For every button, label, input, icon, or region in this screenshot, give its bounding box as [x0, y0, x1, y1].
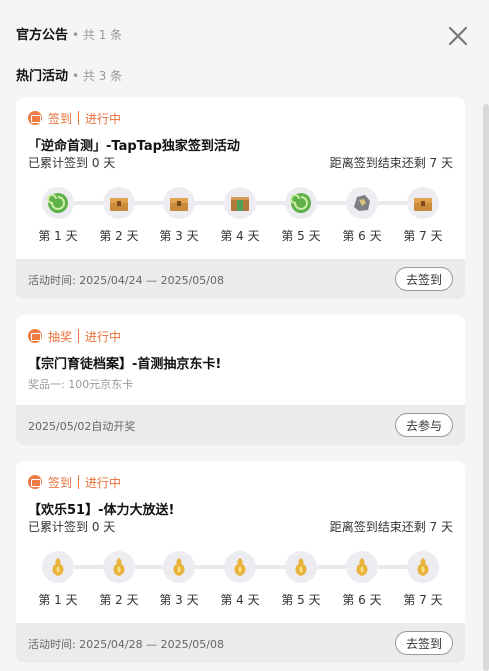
day-label: 第 7 天	[403, 593, 443, 607]
day-label: 第 5 天	[281, 229, 321, 243]
remaining-days: 距离签到结束还剩 7 天	[329, 520, 453, 534]
lottery-activity-card[interactable]: 抽奖 进行中 【宗门育徒档案】-首测抽京东卡! 奖品一: 100元京东卡 202…	[16, 315, 465, 445]
signin-day-2[interactable]: 第 2 天	[94, 187, 144, 244]
accumulated-signin: 已累计签到 0 天	[28, 156, 116, 170]
signin-day-1[interactable]: 第 1 天	[33, 187, 83, 244]
day-label: 第 4 天	[220, 229, 260, 243]
accumulated-signin: 已累计签到 0 天	[28, 520, 116, 534]
hot-activities-title: 热门活动	[16, 69, 69, 84]
signin-day-7[interactable]: 第 7 天	[398, 551, 448, 608]
tag-divider	[78, 329, 80, 343]
activity-tagline: 抽奖 进行中	[28, 328, 121, 344]
stamina-gourd-icon	[113, 558, 125, 576]
stamina-gourd-icon	[234, 558, 246, 576]
activity-status: 进行中	[85, 111, 122, 126]
stamina-gourd-icon	[52, 558, 64, 576]
activity-status: 进行中	[85, 329, 122, 344]
signin-day-6[interactable]: 第 6 天	[337, 187, 387, 244]
scrollbar-thumb[interactable]	[483, 104, 489, 671]
calendar-icon	[28, 111, 42, 125]
signin-activity-card-2[interactable]: 签到 进行中 【欢乐51】-体力大放送! 已累计签到 0 天 距离签到结束还剩 …	[16, 461, 465, 663]
activity-type-tag: 签到	[48, 111, 73, 126]
activity-title: 【欢乐51】-体力大放送!	[28, 503, 175, 518]
activity-title: 「逆命首测」-TapTap独家签到活动	[28, 139, 240, 154]
activity-tagline: 签到 进行中	[28, 474, 121, 490]
signin-day-4[interactable]: 第 4 天	[215, 551, 265, 608]
close-icon	[448, 26, 468, 46]
signin-day-5[interactable]: 第 5 天	[276, 551, 326, 608]
signin-day-6[interactable]: 第 6 天	[337, 551, 387, 608]
hot-activities-header[interactable]: 热门活动 • 共 3 条	[16, 65, 122, 84]
official-announcement-title: 官方公告	[16, 28, 69, 43]
card-footer: 活动时间: 2025/04/24 — 2025/05/08 去签到	[16, 259, 465, 299]
tag-divider	[78, 111, 80, 125]
day-label: 第 4 天	[220, 593, 260, 607]
signin-day-7[interactable]: 第 7 天	[398, 187, 448, 244]
day-label: 第 1 天	[38, 229, 78, 243]
activity-period: 活动时间: 2025/04/28 — 2025/05/08	[28, 638, 224, 651]
stamina-gourd-icon	[295, 558, 307, 576]
stamina-gourd-icon	[417, 558, 429, 576]
draw-date: 2025/05/02自动开奖	[28, 420, 136, 433]
activity-title: 【宗门育徒档案】-首测抽京东卡!	[28, 357, 222, 372]
official-announcement-header[interactable]: 官方公告 • 共 1 条	[16, 24, 122, 43]
activity-type-tag: 签到	[48, 475, 73, 490]
card-footer: 2025/05/02自动开奖 去参与	[16, 405, 465, 445]
day-label: 第 3 天	[159, 229, 199, 243]
signin-day-4[interactable]: 第 4 天	[215, 187, 265, 244]
activity-type-tag: 抽奖	[48, 329, 73, 344]
calendar-icon	[28, 475, 42, 489]
close-button[interactable]	[444, 22, 472, 50]
signin-day-3[interactable]: 第 3 天	[154, 551, 204, 608]
signin-day-5[interactable]: 第 5 天	[276, 187, 326, 244]
treasure-chest-icon	[414, 198, 432, 211]
ore-stone-icon	[354, 195, 370, 211]
prize-description: 奖品一: 100元京东卡	[28, 378, 134, 391]
day-label: 第 2 天	[99, 229, 139, 243]
activity-panel: 官方公告 • 共 1 条 热门活动 • 共 3 条 签到 进行中 「逆命首测」-Ta…	[0, 0, 489, 671]
activity-status: 进行中	[85, 475, 122, 490]
day-label: 第 3 天	[159, 593, 199, 607]
treasure-chest-icon	[170, 198, 188, 211]
activity-tagline: 签到 进行中	[28, 110, 121, 126]
day-label: 第 7 天	[403, 229, 443, 243]
treasure-chest-icon	[110, 198, 128, 211]
signin-day-3[interactable]: 第 3 天	[154, 187, 204, 244]
signin-day-2[interactable]: 第 2 天	[94, 551, 144, 608]
activity-period: 活动时间: 2025/04/24 — 2025/05/08	[28, 274, 224, 287]
green-swirl-icon	[47, 193, 68, 213]
participate-button[interactable]: 去参与	[394, 413, 453, 437]
tag-divider	[78, 475, 80, 489]
day-label: 第 2 天	[99, 593, 139, 607]
supply-box-icon	[231, 197, 249, 211]
green-swirl-icon	[290, 193, 311, 213]
card-footer: 活动时间: 2025/04/28 — 2025/05/08 去签到	[16, 623, 465, 663]
day-label: 第 1 天	[38, 593, 78, 607]
day-label: 第 6 天	[342, 229, 382, 243]
stamina-gourd-icon	[173, 558, 185, 576]
remaining-days: 距离签到结束还剩 7 天	[329, 156, 453, 170]
day-label: 第 5 天	[281, 593, 321, 607]
signin-activity-card-1[interactable]: 签到 进行中 「逆命首测」-TapTap独家签到活动 已累计签到 0 天 距离签…	[16, 97, 465, 299]
go-signin-button[interactable]: 去签到	[394, 267, 453, 291]
go-signin-button[interactable]: 去签到	[394, 631, 453, 655]
signin-day-1[interactable]: 第 1 天	[33, 551, 83, 608]
day-label: 第 6 天	[342, 593, 382, 607]
gift-icon	[28, 329, 42, 343]
hot-activities-count: • 共 3 条	[72, 69, 123, 83]
official-announcement-count: • 共 1 条	[72, 28, 123, 42]
stamina-gourd-icon	[356, 558, 368, 576]
